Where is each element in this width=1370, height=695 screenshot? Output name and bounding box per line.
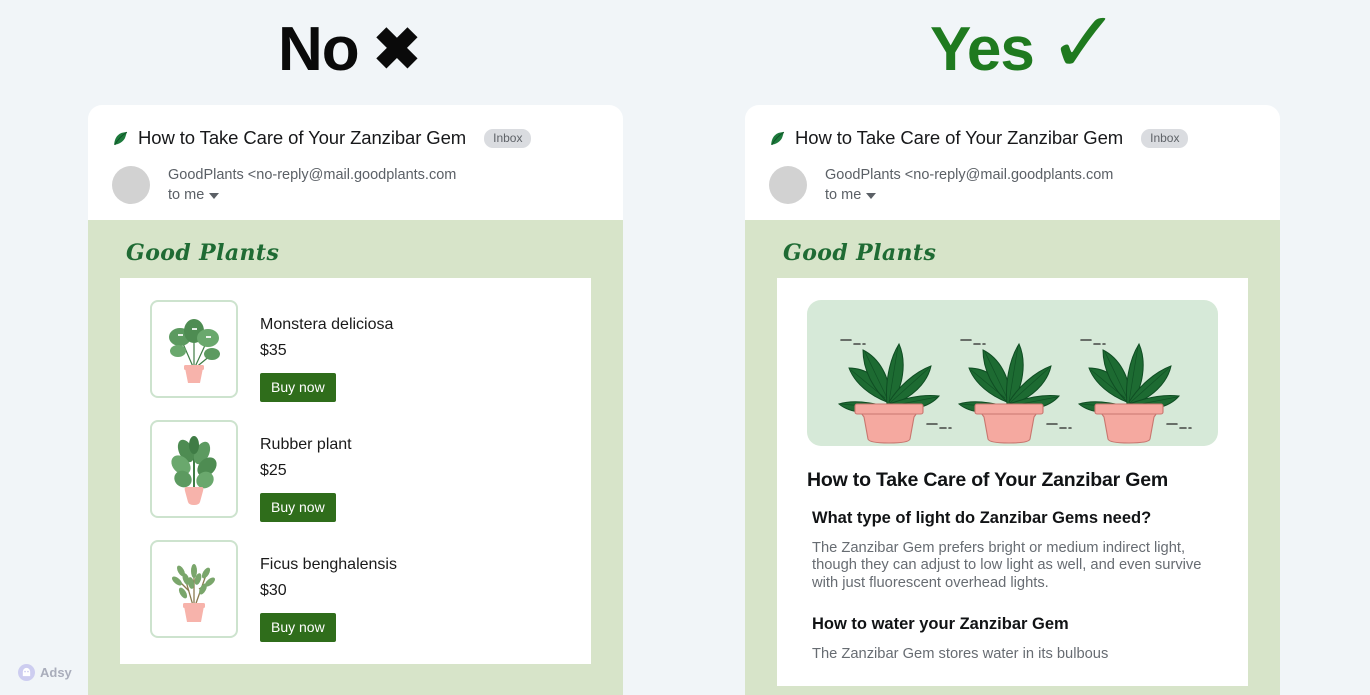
rubber-plant-svg bbox=[171, 436, 217, 505]
list-item: Rubber plant $25 Buy now bbox=[150, 420, 561, 522]
product-list: Monstera deliciosa $35 Buy now Rubber pl… bbox=[120, 278, 591, 664]
rubber-plant-illustration bbox=[150, 420, 238, 518]
mail-header-good: How to Take Care of Your Zanzibar Gem In… bbox=[745, 105, 1280, 204]
sender-row-good: GoodPlants <no-reply@mail.goodplants.com… bbox=[769, 166, 1256, 204]
email-subject: How to Take Care of Your Zanzibar Gem bbox=[138, 127, 467, 148]
mail-header-bad: How to Take Care of Your Zanzibar Gem In… bbox=[88, 105, 623, 204]
product-info: Rubber plant $25 Buy now bbox=[260, 420, 352, 522]
product-price: $30 bbox=[260, 582, 287, 599]
email-body-good: Good Plants How to Take Care of Your Zan… bbox=[745, 220, 1280, 695]
avatar bbox=[769, 166, 807, 204]
section-body: The Zanzibar Gem stores water in its bul… bbox=[812, 646, 1109, 663]
comparison-stage: No ✖ Yes ✓ How to Take Care of Your Zanz… bbox=[0, 0, 1370, 695]
ficus-plant-illustration bbox=[150, 540, 238, 638]
buy-now-button[interactable]: Buy now bbox=[260, 613, 336, 642]
leaf-icon bbox=[114, 131, 128, 145]
brand-logo: Good Plants bbox=[126, 240, 280, 266]
list-item: Monstera deliciosa $35 Buy now bbox=[150, 300, 561, 402]
product-name: Rubber plant bbox=[260, 436, 352, 453]
chevron-down-icon[interactable] bbox=[866, 193, 877, 199]
product-name: Monstera deliciosa bbox=[260, 316, 394, 333]
email-subject: How to Take Care of Your Zanzibar Gem bbox=[795, 127, 1124, 148]
verdict-no-label: No bbox=[278, 15, 360, 84]
buy-now-button[interactable]: Buy now bbox=[260, 373, 336, 402]
three-zanzibar-gem-plants-illustration bbox=[807, 300, 1218, 446]
product-price: $35 bbox=[260, 342, 287, 359]
verdict-yes-label: Yes bbox=[930, 15, 1035, 84]
ficus-svg bbox=[172, 564, 215, 622]
sender-address: GoodPlants <no-reply@mail.goodplants.com bbox=[168, 167, 457, 183]
monstera-svg bbox=[169, 319, 220, 383]
article-card: How to Take Care of Your Zanzibar Gem Wh… bbox=[777, 278, 1248, 686]
inbox-badge[interactable]: Inbox bbox=[1141, 128, 1189, 148]
product-price: $25 bbox=[260, 462, 287, 479]
monstera-plant-illustration bbox=[150, 300, 238, 398]
recipient-row[interactable]: to me bbox=[825, 187, 1113, 203]
subject-row-bad: How to Take Care of Your Zanzibar Gem In… bbox=[112, 127, 599, 149]
adsy-glyph bbox=[22, 667, 31, 677]
section-heading: How to water your Zanzibar Gem bbox=[812, 615, 1069, 634]
recipient-row[interactable]: to me bbox=[168, 187, 456, 203]
sender-address: GoodPlants <no-reply@mail.goodplants.com bbox=[825, 167, 1114, 183]
brand-logo: Good Plants bbox=[783, 240, 937, 266]
subject-row-good: How to Take Care of Your Zanzibar Gem In… bbox=[769, 127, 1256, 149]
email-preview-bad: How to Take Care of Your Zanzibar Gem In… bbox=[88, 105, 623, 695]
leaf-icon bbox=[771, 131, 785, 145]
adsy-logo-icon bbox=[18, 664, 35, 681]
product-info: Ficus benghalensis $30 Buy now bbox=[260, 540, 397, 642]
verdict-no: No ✖ bbox=[278, 0, 422, 100]
email-body-bad: Good Plants Monstera deliciosa $35 Buy n… bbox=[88, 220, 623, 695]
recipient-label: to me bbox=[825, 187, 862, 203]
list-item: Ficus benghalensis $30 Buy now bbox=[150, 540, 561, 642]
zanzibar-gem-trio-svg bbox=[837, 339, 1192, 444]
sender-lines: GoodPlants <no-reply@mail.goodplants.com… bbox=[825, 166, 1113, 203]
product-name: Ficus benghalensis bbox=[260, 556, 397, 573]
adsy-label: Adsy bbox=[40, 665, 72, 680]
avatar bbox=[112, 166, 150, 204]
cross-icon: ✖ bbox=[372, 17, 422, 82]
verdict-yes: Yes ✓ bbox=[930, 0, 1120, 100]
sender-row-bad: GoodPlants <no-reply@mail.goodplants.com… bbox=[112, 166, 599, 204]
buy-now-button[interactable]: Buy now bbox=[260, 493, 336, 522]
adsy-watermark: Adsy bbox=[18, 664, 72, 681]
product-info: Monstera deliciosa $35 Buy now bbox=[260, 300, 393, 402]
inbox-badge[interactable]: Inbox bbox=[484, 128, 532, 148]
checkmark-icon: ✓ bbox=[1047, 0, 1120, 91]
recipient-label: to me bbox=[168, 187, 205, 203]
email-preview-good: How to Take Care of Your Zanzibar Gem In… bbox=[745, 105, 1280, 695]
section-heading: What type of light do Zanzibar Gems need… bbox=[812, 509, 1152, 527]
chevron-down-icon[interactable] bbox=[209, 193, 220, 199]
section-body: The Zanzibar Gem prefers bright or mediu… bbox=[812, 540, 1202, 591]
article-title: How to Take Care of Your Zanzibar Gem bbox=[807, 469, 1169, 491]
sender-lines: GoodPlants <no-reply@mail.goodplants.com… bbox=[168, 166, 456, 203]
